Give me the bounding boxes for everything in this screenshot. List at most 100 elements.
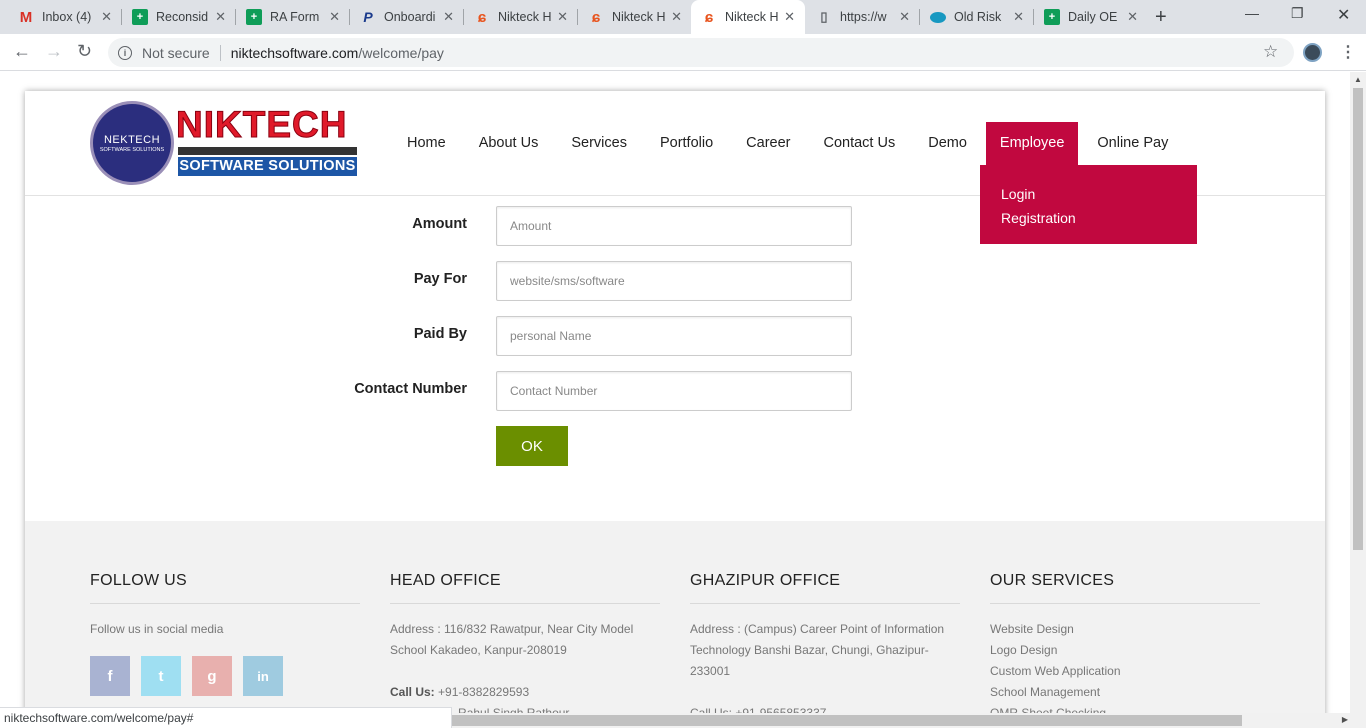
- ok-button[interactable]: OK: [496, 426, 568, 466]
- tab-daily-oe[interactable]: + Daily OE ✕: [1034, 0, 1148, 34]
- dropdown-registration[interactable]: Registration: [1001, 206, 1176, 230]
- paid-by-input[interactable]: [496, 316, 852, 356]
- footer-heading: OUR SERVICES: [990, 572, 1115, 589]
- reload-icon[interactable]: ↻: [77, 41, 92, 62]
- amount-input[interactable]: [496, 206, 852, 246]
- footer-heading: GHAZIPUR OFFICE: [690, 572, 841, 589]
- close-icon[interactable]: ✕: [899, 9, 910, 25]
- nav-about-us[interactable]: About Us: [465, 122, 553, 165]
- linkedin-icon[interactable]: in: [243, 656, 283, 696]
- tab-reconsid[interactable]: + Reconsid ✕: [122, 0, 236, 34]
- tab-inbox[interactable]: M Inbox (4) ✕: [8, 0, 122, 34]
- service-link-omr[interactable]: OMR Sheet Checking: [990, 703, 1260, 713]
- nav-online-pay[interactable]: Online Pay: [1083, 122, 1182, 165]
- close-icon[interactable]: ✕: [215, 9, 226, 25]
- address-bar[interactable]: i Not secure niktechsoftware.com/welcome…: [108, 38, 1294, 67]
- footer-heading: HEAD OFFICE: [390, 572, 501, 589]
- scroll-up-icon[interactable]: ▲: [1354, 75, 1362, 84]
- minimize-icon[interactable]: —: [1245, 5, 1259, 21]
- contact-number-input[interactable]: [496, 371, 852, 411]
- logo-wordmark[interactable]: NIKTECH: [175, 106, 347, 144]
- gmail-icon: M: [19, 8, 33, 26]
- horizontal-scrollbar[interactable]: ▶: [452, 713, 1350, 728]
- logo-band: [178, 147, 357, 155]
- status-url-bubble: niktechsoftware.com/welcome/pay#: [0, 707, 452, 728]
- profile-avatar[interactable]: [1303, 43, 1322, 62]
- nav-home[interactable]: Home: [393, 122, 460, 165]
- dropdown-login[interactable]: Login: [1001, 182, 1176, 206]
- vertical-scrollbar[interactable]: ▲: [1350, 72, 1366, 728]
- nav-demo[interactable]: Demo: [914, 122, 981, 165]
- niktech-icon: ɕ: [591, 8, 601, 26]
- info-icon[interactable]: i: [118, 45, 132, 60]
- google-plus-icon[interactable]: g: [192, 656, 232, 696]
- sheets-icon: +: [1044, 9, 1060, 25]
- url-text: niktechsoftware.com/welcome/pay: [230, 44, 444, 61]
- twitter-icon[interactable]: t: [141, 656, 181, 696]
- tab-title: RA Form: [270, 10, 320, 24]
- service-link-website-design[interactable]: Website Design: [990, 619, 1260, 640]
- contact-number-label: Contact Number: [354, 381, 467, 397]
- footer-heading: FOLLOW US: [90, 572, 187, 589]
- site-page: NEKTECH SOFTWARE SOLUTIONS NIKTECH SOFTW…: [25, 91, 1325, 713]
- nav-career[interactable]: Career: [732, 122, 804, 165]
- horizontal-scrollbar-thumb[interactable]: [452, 715, 1242, 726]
- service-link-logo-design[interactable]: Logo Design: [990, 640, 1260, 661]
- site-footer: FOLLOW US Follow us in social media f t …: [25, 521, 1325, 713]
- tab-title: Daily OE: [1068, 10, 1118, 24]
- paid-by-label: Paid By: [413, 326, 467, 342]
- tab-title: Reconsid: [156, 10, 209, 24]
- close-icon[interactable]: ✕: [443, 9, 454, 25]
- close-icon[interactable]: ✕: [671, 9, 682, 25]
- close-icon[interactable]: ✕: [784, 9, 795, 25]
- back-arrow-icon[interactable]: ←: [13, 41, 31, 62]
- window-close-icon[interactable]: ✕: [1337, 5, 1350, 25]
- facebook-icon[interactable]: f: [90, 656, 130, 696]
- nav-employee[interactable]: Employee: [985, 122, 1079, 165]
- sheets-icon: +: [132, 9, 148, 25]
- close-icon[interactable]: ✕: [101, 9, 112, 25]
- tab-nikteck-1[interactable]: ɕ Nikteck H ✕: [464, 0, 578, 34]
- nav-services[interactable]: Services: [557, 122, 641, 165]
- tab-ra-form[interactable]: + RA Form ✕: [236, 0, 350, 34]
- scroll-right-icon[interactable]: ▶: [1342, 715, 1348, 724]
- service-link-custom-web-app[interactable]: Custom Web Application: [990, 661, 1260, 682]
- tab-old-risk[interactable]: Old Risk ✕: [920, 0, 1034, 34]
- logo-emblem[interactable]: NEKTECH SOFTWARE SOLUTIONS: [90, 101, 174, 185]
- page-viewport: NEKTECH SOFTWARE SOLUTIONS NIKTECH SOFTW…: [0, 72, 1350, 713]
- employee-dropdown: Login Registration: [980, 165, 1197, 244]
- main-nav: Home About Us Services Portfolio Career …: [393, 122, 1187, 165]
- service-link-school-management[interactable]: School Management: [990, 682, 1260, 703]
- close-icon[interactable]: ✕: [1127, 9, 1138, 25]
- logo-subtitle: SOFTWARE SOLUTIONS: [178, 157, 357, 176]
- tab-nikteck-2[interactable]: ɕ Nikteck H ✕: [578, 0, 692, 34]
- sheets-icon: +: [246, 9, 262, 25]
- new-tab-plus-icon[interactable]: +: [1155, 6, 1167, 29]
- head-office-address: Address : 116/832 Rawatpur, Near City Mo…: [390, 622, 634, 657]
- tab-nikteck-active[interactable]: ɕ Nikteck H ✕: [691, 0, 805, 34]
- tab-https[interactable]: ▯ https://w ✕: [806, 0, 920, 34]
- close-icon[interactable]: ✕: [1013, 9, 1024, 25]
- ghazipur-call: Call Us: +91-9565853337: [690, 706, 827, 713]
- scrollbar-thumb[interactable]: [1353, 88, 1363, 550]
- tab-onboarding[interactable]: P Onboardi ✕: [350, 0, 464, 34]
- nav-contact-us[interactable]: Contact Us: [809, 122, 909, 165]
- head-office-call: Call Us: +91-8382829593: [390, 685, 530, 699]
- bookmark-star-icon[interactable]: ☆: [1263, 42, 1278, 62]
- security-label: Not secure: [142, 44, 210, 61]
- menu-dots-icon[interactable]: ⋮: [1340, 42, 1356, 62]
- browser-toolbar: ← → ↻ i Not secure niktechsoftware.com/w…: [0, 34, 1366, 71]
- restore-icon[interactable]: ❐: [1291, 5, 1304, 22]
- pay-for-input[interactable]: [496, 261, 852, 301]
- forward-arrow-icon[interactable]: →: [45, 41, 63, 62]
- close-icon[interactable]: ✕: [329, 9, 340, 25]
- niktech-icon: ɕ: [477, 8, 487, 26]
- close-icon[interactable]: ✕: [557, 9, 568, 25]
- ghazipur-address: Address : (Campus) Career Point of Infor…: [690, 622, 945, 678]
- tab-title: Nikteck H: [498, 10, 552, 24]
- browser-tab-strip: M Inbox (4) ✕ + Reconsid ✕ + RA Form ✕ P…: [0, 0, 1366, 34]
- nav-portfolio[interactable]: Portfolio: [646, 122, 727, 165]
- pay-for-label: Pay For: [413, 271, 467, 287]
- tab-title: Onboardi: [384, 10, 436, 24]
- tab-title: Nikteck H: [612, 10, 666, 24]
